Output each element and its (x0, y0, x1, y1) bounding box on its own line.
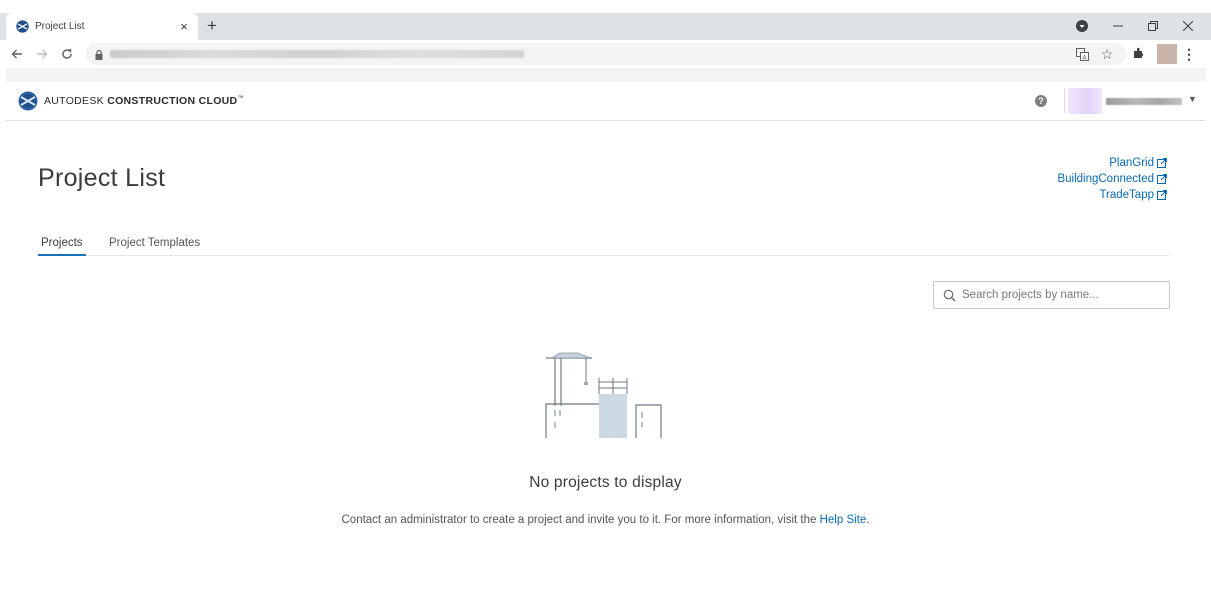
trademark-mark: ™ (237, 95, 244, 102)
help-site-link[interactable]: Help Site (820, 514, 867, 526)
empty-state-period: . (866, 514, 870, 526)
lock-icon[interactable] (94, 48, 104, 60)
plangrid-link-label: PlanGrid (1109, 157, 1154, 169)
tradetapp-link-label: TradeTapp (1099, 189, 1154, 201)
buildingconnected-link[interactable]: BuildingConnected (1057, 171, 1167, 187)
empty-state-description: Contact an administrator to create a pro… (0, 514, 1211, 526)
browser-tab-strip: Project List × + (0, 13, 1211, 40)
brand-name-light: AUTODESK (44, 95, 104, 107)
page-top-strip (6, 68, 1206, 82)
chrome-menu-icon[interactable]: ⋮ (1182, 44, 1196, 64)
brand-name-bold: CONSTRUCTION CLOUD (107, 95, 238, 107)
close-window-icon[interactable] (1180, 16, 1196, 36)
external-link-icon (1157, 174, 1167, 184)
app-header: AUTODESK CONSTRUCTION CLOUD™ ? ▼ (6, 82, 1206, 121)
extensions-puzzle-icon[interactable] (1131, 45, 1147, 61)
header-divider (1064, 89, 1065, 113)
construction-site-illustration (542, 350, 664, 442)
search-input[interactable] (962, 286, 1162, 304)
autodesk-logo-icon[interactable] (18, 91, 38, 111)
back-arrow-icon[interactable] (8, 45, 26, 63)
search-icon (943, 289, 956, 302)
user-name[interactable] (1106, 98, 1182, 105)
browser-toolbar: A ☆ ⋮ (0, 40, 1211, 68)
external-link-icon (1157, 158, 1167, 168)
project-tabs: Projects Project Templates (38, 232, 1169, 256)
chevron-down-icon[interactable]: ▼ (1188, 94, 1197, 104)
buildingconnected-link-label: BuildingConnected (1057, 173, 1154, 185)
tab-close-icon[interactable]: × (176, 19, 192, 35)
browser-tab[interactable]: Project List × (6, 13, 198, 40)
address-bar[interactable]: A ☆ (86, 43, 1126, 65)
reload-icon[interactable] (58, 45, 76, 63)
autodesk-favicon-icon (16, 20, 29, 33)
help-icon[interactable]: ? (1035, 95, 1047, 107)
tab-projects[interactable]: Projects (38, 237, 86, 256)
empty-state-title: No projects to display (529, 474, 682, 491)
plangrid-link[interactable]: PlanGrid (1057, 155, 1167, 171)
minimize-window-icon[interactable] (1110, 16, 1126, 36)
external-link-icon (1157, 190, 1167, 200)
new-tab-button[interactable]: + (203, 16, 221, 35)
page-title: Project List (38, 164, 166, 192)
url-text (110, 50, 524, 58)
external-links: PlanGrid BuildingConnected TradeTapp (1057, 155, 1167, 203)
user-avatar[interactable] (1068, 88, 1102, 114)
browser-tab-title: Project List (35, 21, 85, 32)
restore-window-icon[interactable] (1145, 16, 1161, 36)
forward-arrow-icon[interactable] (33, 45, 51, 63)
tradetapp-link[interactable]: TradeTapp (1057, 187, 1167, 203)
chrome-avatar[interactable] (1157, 44, 1177, 64)
tab-project-templates[interactable]: Project Templates (109, 237, 200, 249)
chrome-profile-icon[interactable] (1075, 16, 1089, 36)
bookmark-star-icon[interactable]: ☆ (1099, 46, 1115, 62)
brand-name[interactable]: AUTODESK CONSTRUCTION CLOUD™ (44, 95, 244, 107)
empty-state-text: Contact an administrator to create a pro… (341, 514, 820, 526)
translate-icon[interactable]: A (1074, 46, 1090, 62)
search-box[interactable] (933, 281, 1170, 309)
